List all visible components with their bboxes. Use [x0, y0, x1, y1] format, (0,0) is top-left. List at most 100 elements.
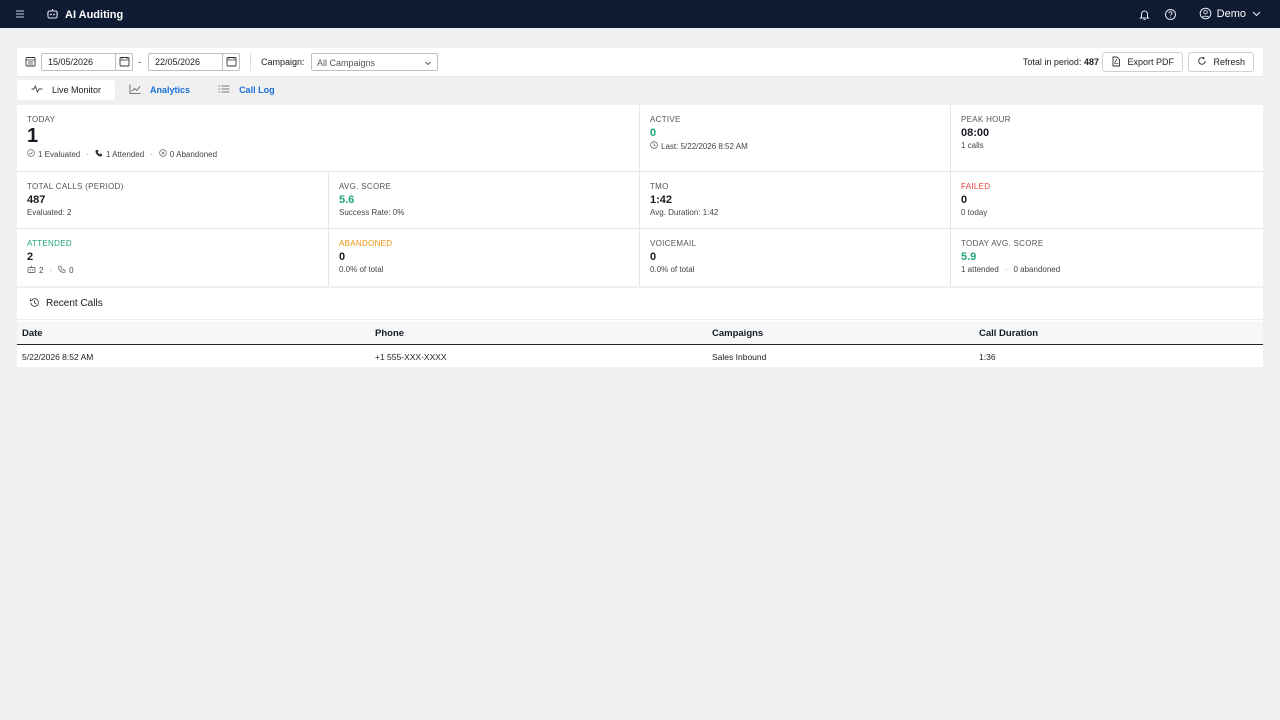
stat-total-calls: TOTAL CALLS (PERIOD) 487 Evaluated: 2: [17, 172, 329, 229]
stat-sub: 0.0% of total: [650, 265, 695, 274]
table-header: Date Phone Campaigns Call Duration: [17, 321, 1263, 345]
divider: [250, 53, 251, 71]
filter-bar: 15/05/2026 - 22/05/2026 Campaign: All Ca…: [17, 48, 1263, 77]
list-icon: [218, 84, 230, 96]
export-pdf-label: Export PDF: [1127, 57, 1174, 67]
stat-value: 487: [27, 194, 46, 206]
date-from-input[interactable]: 15/05/2026: [41, 53, 117, 71]
stat-label: PEAK HOUR: [961, 115, 1011, 124]
stat-attended: ATTENDED 2 2 · 0: [17, 229, 329, 286]
recent-calls-panel: Recent Calls Date Phone Campaigns Call D…: [17, 288, 1263, 367]
cell-call-duration: 1:36: [979, 352, 996, 362]
stat-peak-hour: PEAK HOUR 08:00 1 calls: [951, 105, 1263, 172]
cell-date: 5/22/2026 8:52 AM: [22, 352, 94, 362]
calendar-icon: [25, 56, 36, 69]
stat-today-avg-score: TODAY AVG. SCORE 5.9 1 attended · 0 aban…: [951, 229, 1263, 286]
brand[interactable]: AI Auditing: [46, 7, 123, 22]
stat-abandoned: ABANDONED 0 0.0% of total: [329, 229, 640, 286]
column-header-date[interactable]: Date: [22, 328, 43, 339]
menu-icon[interactable]: [14, 8, 26, 20]
stat-attended-breakdown: 2 · 0: [27, 265, 328, 275]
abandoned-count: 0 Abandoned: [169, 149, 218, 159]
stat-label: VOICEMAIL: [650, 239, 697, 248]
stat-active: ACTIVE 0 Last: 5/22/2026 8:52 AM: [640, 105, 951, 172]
cell-phone: +1 555-XXX-XXXX: [375, 352, 447, 362]
recent-calls-title: Recent Calls: [46, 298, 103, 309]
separator-dot: ·: [49, 265, 53, 275]
stat-value: 0: [650, 251, 657, 263]
chevron-down-icon: [424, 59, 432, 69]
column-header-phone[interactable]: Phone: [375, 328, 404, 339]
activity-icon: [31, 84, 43, 96]
stat-value: 0: [961, 194, 968, 206]
help-icon[interactable]: [1163, 6, 1179, 22]
stat-today: TODAY 1 1 Evaluated · 1 Attended · 0 Aba…: [17, 105, 640, 172]
tab-label: Analytics: [150, 85, 191, 95]
evaluated-count: 1 Evaluated: [38, 149, 81, 159]
table-row[interactable]: 5/22/2026 8:52 AM +1 555-XXX-XXXX Sales …: [17, 346, 1263, 366]
robot-icon: [46, 7, 59, 22]
refresh-icon: [1197, 56, 1207, 68]
cell-campaign: Sales Inbound: [712, 352, 767, 362]
bot-count: 2: [39, 265, 44, 275]
stat-label: ATTENDED: [27, 239, 72, 248]
separator-dot: ·: [150, 149, 153, 159]
campaign-select[interactable]: All Campaigns: [311, 53, 438, 71]
user-menu[interactable]: Demo: [1199, 7, 1262, 22]
stat-label: TMO: [650, 182, 669, 191]
stat-failed: FAILED 0 0 today: [951, 172, 1263, 229]
stat-value: 0: [650, 127, 657, 139]
refresh-button[interactable]: Refresh: [1188, 52, 1254, 72]
stat-avg-score: AVG. SCORE 5.6 Success Rate: 0%: [329, 172, 640, 229]
column-header-call-duration[interactable]: Call Duration: [979, 328, 1038, 339]
stat-sub: Evaluated: 2: [27, 208, 72, 217]
date-range-separator: -: [138, 57, 141, 67]
stat-sub: Last: 5/22/2026 8:52 AM: [650, 141, 950, 151]
export-pdf-button[interactable]: Export PDF: [1102, 52, 1183, 72]
view-tabs: Live Monitor Analytics Call Log: [17, 80, 289, 100]
stat-sub: 1 calls: [961, 141, 984, 150]
stat-label: ABANDONED: [339, 239, 393, 248]
robot-icon: [27, 265, 36, 275]
stat-label: TOTAL CALLS (PERIOD): [27, 182, 124, 191]
total-label: Total in period:: [1022, 57, 1082, 67]
chevron-down-icon: [1251, 8, 1262, 21]
campaign-label: Campaign:: [261, 57, 305, 67]
phone-icon: [95, 149, 103, 159]
stat-sub: Avg. Duration: 1:42: [650, 208, 719, 217]
tab-call-log[interactable]: Call Log: [204, 80, 289, 100]
stat-value: 2: [27, 251, 34, 263]
stat-value: 0: [339, 251, 346, 263]
stat-label: TODAY AVG. SCORE: [961, 239, 1044, 248]
x-circle-icon: [159, 149, 167, 159]
stat-today-breakdown: 1 Evaluated · 1 Attended · 0 Abandoned: [27, 149, 639, 159]
today-attended: 1 attended: [961, 265, 999, 274]
date-to-input[interactable]: 22/05/2026: [148, 53, 224, 71]
attended-count: 1 Attended: [105, 149, 145, 159]
pdf-file-icon: [1111, 56, 1121, 69]
stat-sub: 0.0% of total: [339, 265, 384, 274]
stat-value: 1: [27, 125, 39, 147]
column-header-campaigns[interactable]: Campaigns: [712, 328, 763, 339]
campaign-select-value: All Campaigns: [317, 58, 376, 68]
calendar-icon: [226, 56, 237, 69]
stat-tmo: TMO 1:42 Avg. Duration: 1:42: [640, 172, 951, 229]
stat-value: 08:00: [961, 127, 990, 139]
date-to-picker-button[interactable]: [222, 53, 240, 71]
bell-icon[interactable]: [1137, 6, 1153, 22]
today-abandoned: 0 abandoned: [1013, 265, 1061, 274]
separator-dot: ·: [86, 149, 89, 159]
user-circle-icon: [1199, 7, 1212, 22]
line-chart-icon: [129, 84, 141, 96]
tab-analytics[interactable]: Analytics: [115, 80, 204, 100]
phone-count: 0: [69, 265, 74, 275]
clock-icon: [650, 141, 658, 151]
top-bar: AI Auditing Demo: [0, 0, 1280, 28]
tab-live-monitor[interactable]: Live Monitor: [17, 80, 116, 100]
date-from-picker-button[interactable]: [115, 53, 133, 71]
separator-dot: ·: [1004, 265, 1008, 274]
recent-calls-header: Recent Calls: [17, 288, 1263, 320]
check-circle-icon: [27, 149, 35, 159]
stat-voicemail: VOICEMAIL 0 0.0% of total: [640, 229, 951, 286]
stat-label: ACTIVE: [650, 115, 681, 124]
